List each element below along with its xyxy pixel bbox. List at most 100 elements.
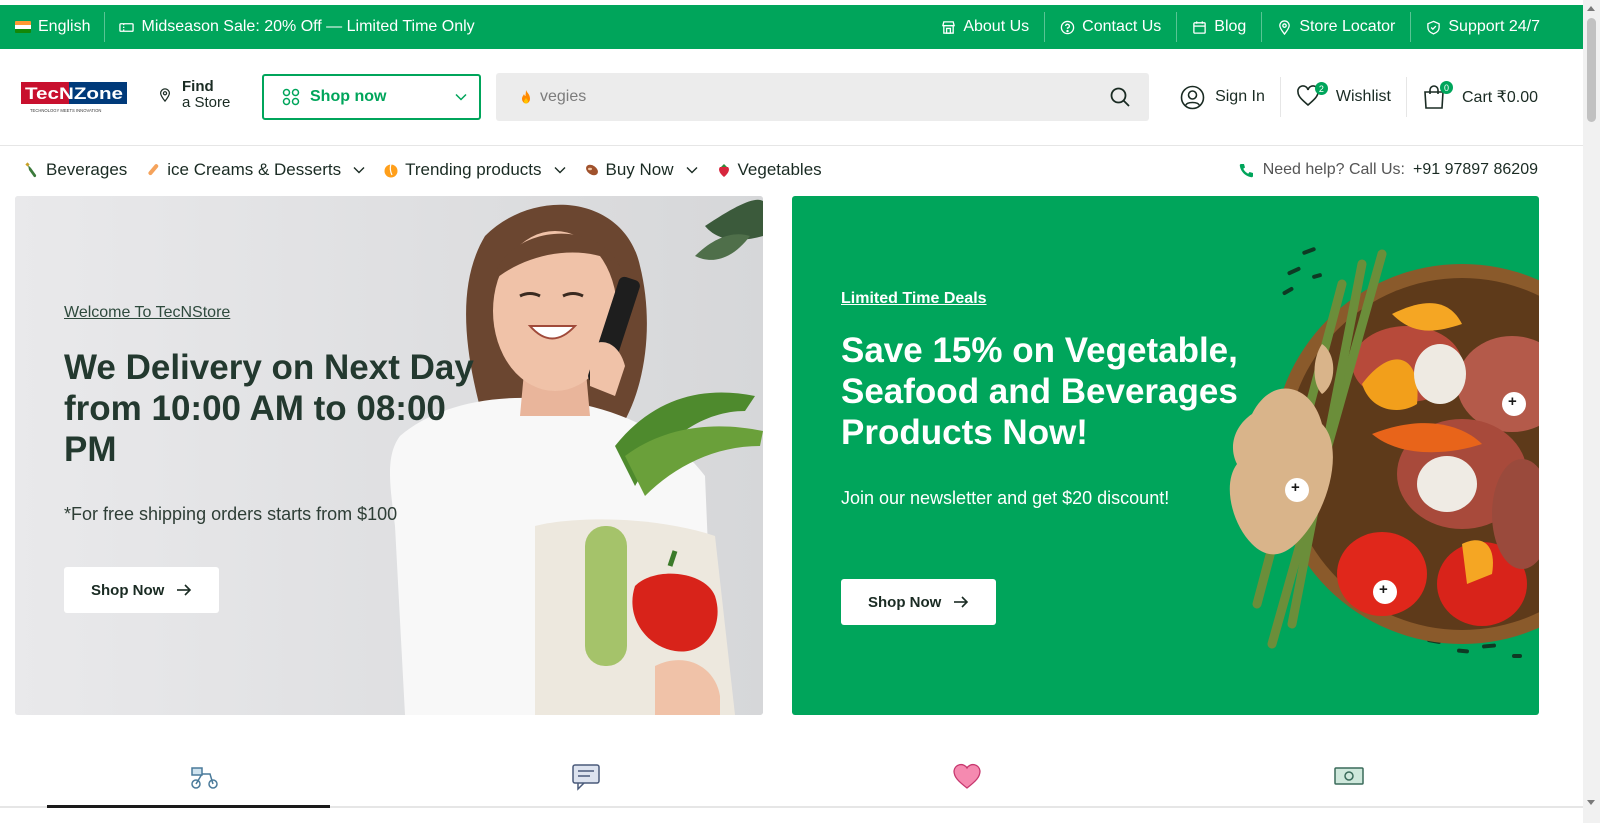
page: English Midseason Sale: 20% Off — Limite… — [0, 0, 1600, 823]
arrow-right-icon — [954, 596, 969, 608]
cart-button[interactable]: 0 Cart ₹0.00 — [1407, 77, 1538, 117]
cart-count-badge: 0 — [1440, 81, 1453, 94]
scrollbar-thumb[interactable] — [1587, 18, 1596, 122]
top-bar-links: About Us Contact Us Blog Store Locator S… — [926, 5, 1583, 49]
top-bar: English Midseason Sale: 20% Off — Limite… — [0, 5, 1583, 49]
store-icon — [942, 20, 956, 34]
logo-text: TecNZone — [25, 84, 123, 103]
support-link[interactable]: Support 24/7 — [1411, 5, 1555, 49]
hero-right-title: Save 15% on Vegetable, Seafood and Bever… — [841, 331, 1238, 452]
nav-items: Beverages ice Creams & Desserts Trending… — [0, 160, 840, 180]
contact-us-link[interactable]: Contact Us — [1045, 5, 1176, 49]
site-header: TecNZone TECHNOLOGY MEETS INNOVATION Fin… — [0, 49, 1583, 146]
nav-label-buy-now: Buy Now — [605, 160, 674, 179]
hero-right-eyebrow[interactable]: Limited Time Deals — [841, 290, 1241, 308]
top-bar-left: English Midseason Sale: 20% Off — Limite… — [0, 5, 475, 49]
cart-label: Cart ₹0.00 — [1462, 89, 1538, 106]
hotspot-plus-3[interactable]: + — [1379, 581, 1388, 598]
vegetable-basket-image — [1229, 247, 1539, 658]
wishlist-label: Wishlist — [1335, 88, 1391, 105]
chevron-down-icon — [353, 167, 365, 174]
support-label: Support 24/7 — [1448, 18, 1540, 35]
fire-icon — [522, 89, 530, 103]
cash-icon — [1334, 767, 1364, 785]
blog-label: Blog — [1214, 18, 1247, 35]
ice-cream-icon — [148, 164, 159, 176]
find-store-link[interactable]: Find a Store — [158, 79, 230, 111]
hero-banner-deals: + + + Limited Time Deals Save 15% on Veg… — [792, 196, 1539, 715]
search-input[interactable] — [534, 88, 1109, 106]
nav-label-beverages: Beverages — [46, 160, 128, 179]
help-circle-icon — [1060, 20, 1075, 34]
progress-indicator — [47, 805, 330, 808]
delivery-scooter-icon — [191, 767, 218, 789]
location-pin-icon — [1279, 19, 1291, 35]
scroll-down-arrow-icon[interactable] — [1587, 800, 1595, 805]
divider — [104, 12, 106, 42]
hero-left-subtitle: *For free shipping orders starts from $1… — [64, 504, 398, 524]
shield-icon — [1427, 20, 1441, 35]
nav-label-vegetables: Vegetables — [737, 160, 822, 179]
help-text: Need help? Call Us: — [1262, 161, 1405, 178]
search-icon[interactable] — [1109, 86, 1131, 108]
help-phone[interactable]: +91 97897 86209 — [1413, 161, 1538, 179]
wishlist-count-badge: 2 — [1314, 82, 1328, 95]
wishlist-button[interactable]: 2 Wishlist — [1281, 77, 1406, 117]
language-selector[interactable]: English — [15, 5, 90, 49]
find-store-line2: a Store — [182, 94, 231, 111]
chat-bubble-icon — [572, 764, 600, 791]
scroll-up-arrow-icon[interactable] — [1587, 6, 1595, 11]
find-store-text: Find a Store — [182, 79, 230, 111]
hero-left-shop-now-button[interactable]: Shop Now — [64, 567, 220, 613]
hero-left-button-label: Shop Now — [91, 581, 165, 599]
promo-text: Midseason Sale: 20% Off — Limited Time O… — [141, 18, 475, 35]
about-us-link[interactable]: About Us — [926, 5, 1044, 49]
nav-item-buy-now[interactable]: Buy Now — [584, 160, 698, 180]
nav-item-trending[interactable]: Trending products — [383, 160, 565, 180]
cart-icon-wrap: 0 — [1422, 81, 1453, 110]
chevron-down-icon — [686, 167, 698, 174]
bottle-icon — [25, 162, 37, 178]
ticket-icon — [119, 22, 135, 32]
header-actions: Sign In 2 Wishlist 0 Cart ₹0.00 — [1165, 77, 1538, 117]
orange-icon — [384, 163, 398, 178]
search-bar — [496, 73, 1149, 121]
hero-left-text: Welcome To TecNStore We Delivery on Next… — [64, 304, 484, 525]
user-icon — [1180, 85, 1205, 109]
wishlist-icon-wrap: 2 — [1296, 82, 1328, 109]
hotspot-plus-2[interactable]: + — [1291, 479, 1300, 496]
nav-item-beverages[interactable]: Beverages — [24, 160, 127, 180]
contact-us-label: Contact Us — [1082, 18, 1162, 35]
heart-gift-icon — [953, 763, 981, 789]
hero-left-title: We Delivery on Next Day from 10:00 AM to… — [64, 348, 474, 469]
blog-link[interactable]: Blog — [1177, 5, 1261, 49]
strawberry-icon — [718, 164, 729, 177]
store-locator-link[interactable]: Store Locator — [1262, 5, 1410, 49]
hero-right-subtitle: Join our newsletter and get $20 discount… — [841, 488, 1170, 508]
language-label: English — [38, 18, 91, 35]
nav-item-vegetables[interactable]: Vegetables — [716, 160, 822, 180]
hotspot-plus-1[interactable]: + — [1508, 393, 1517, 410]
hero-right-shop-now-button[interactable]: Shop Now — [841, 579, 997, 625]
arrow-right-icon — [177, 584, 192, 596]
find-store-line1: Find — [182, 78, 214, 95]
sign-in-button[interactable]: Sign In — [1165, 77, 1280, 117]
shop-now-label: Shop now — [310, 88, 387, 105]
logo[interactable]: TecNZone TECHNOLOGY MEETS INNOVATION — [21, 79, 127, 115]
chevron-down-icon — [455, 93, 467, 101]
promo-banner: Midseason Sale: 20% Off — Limited Time O… — [119, 5, 475, 49]
calendar-icon — [1193, 20, 1207, 34]
hero-left-eyebrow[interactable]: Welcome To TecNStore — [64, 304, 484, 322]
phone-icon — [1239, 163, 1253, 177]
vertical-scrollbar[interactable] — [1583, 0, 1600, 823]
nav-label-ice-creams: ice Creams & Desserts — [167, 160, 342, 179]
shop-now-dropdown[interactable]: Shop now — [262, 74, 481, 120]
grid-icon — [282, 88, 300, 106]
location-pin-icon — [160, 88, 170, 103]
store-locator-label: Store Locator — [1299, 18, 1396, 35]
hero-banner-delivery: Welcome To TecNStore We Delivery on Next… — [15, 196, 763, 715]
nav-item-ice-creams[interactable]: ice Creams & Desserts — [145, 160, 365, 180]
hero-right-text: Limited Time Deals Save 15% on Vegetable… — [841, 290, 1241, 509]
india-flag-icon — [15, 21, 31, 33]
sign-in-label: Sign In — [1215, 88, 1265, 105]
